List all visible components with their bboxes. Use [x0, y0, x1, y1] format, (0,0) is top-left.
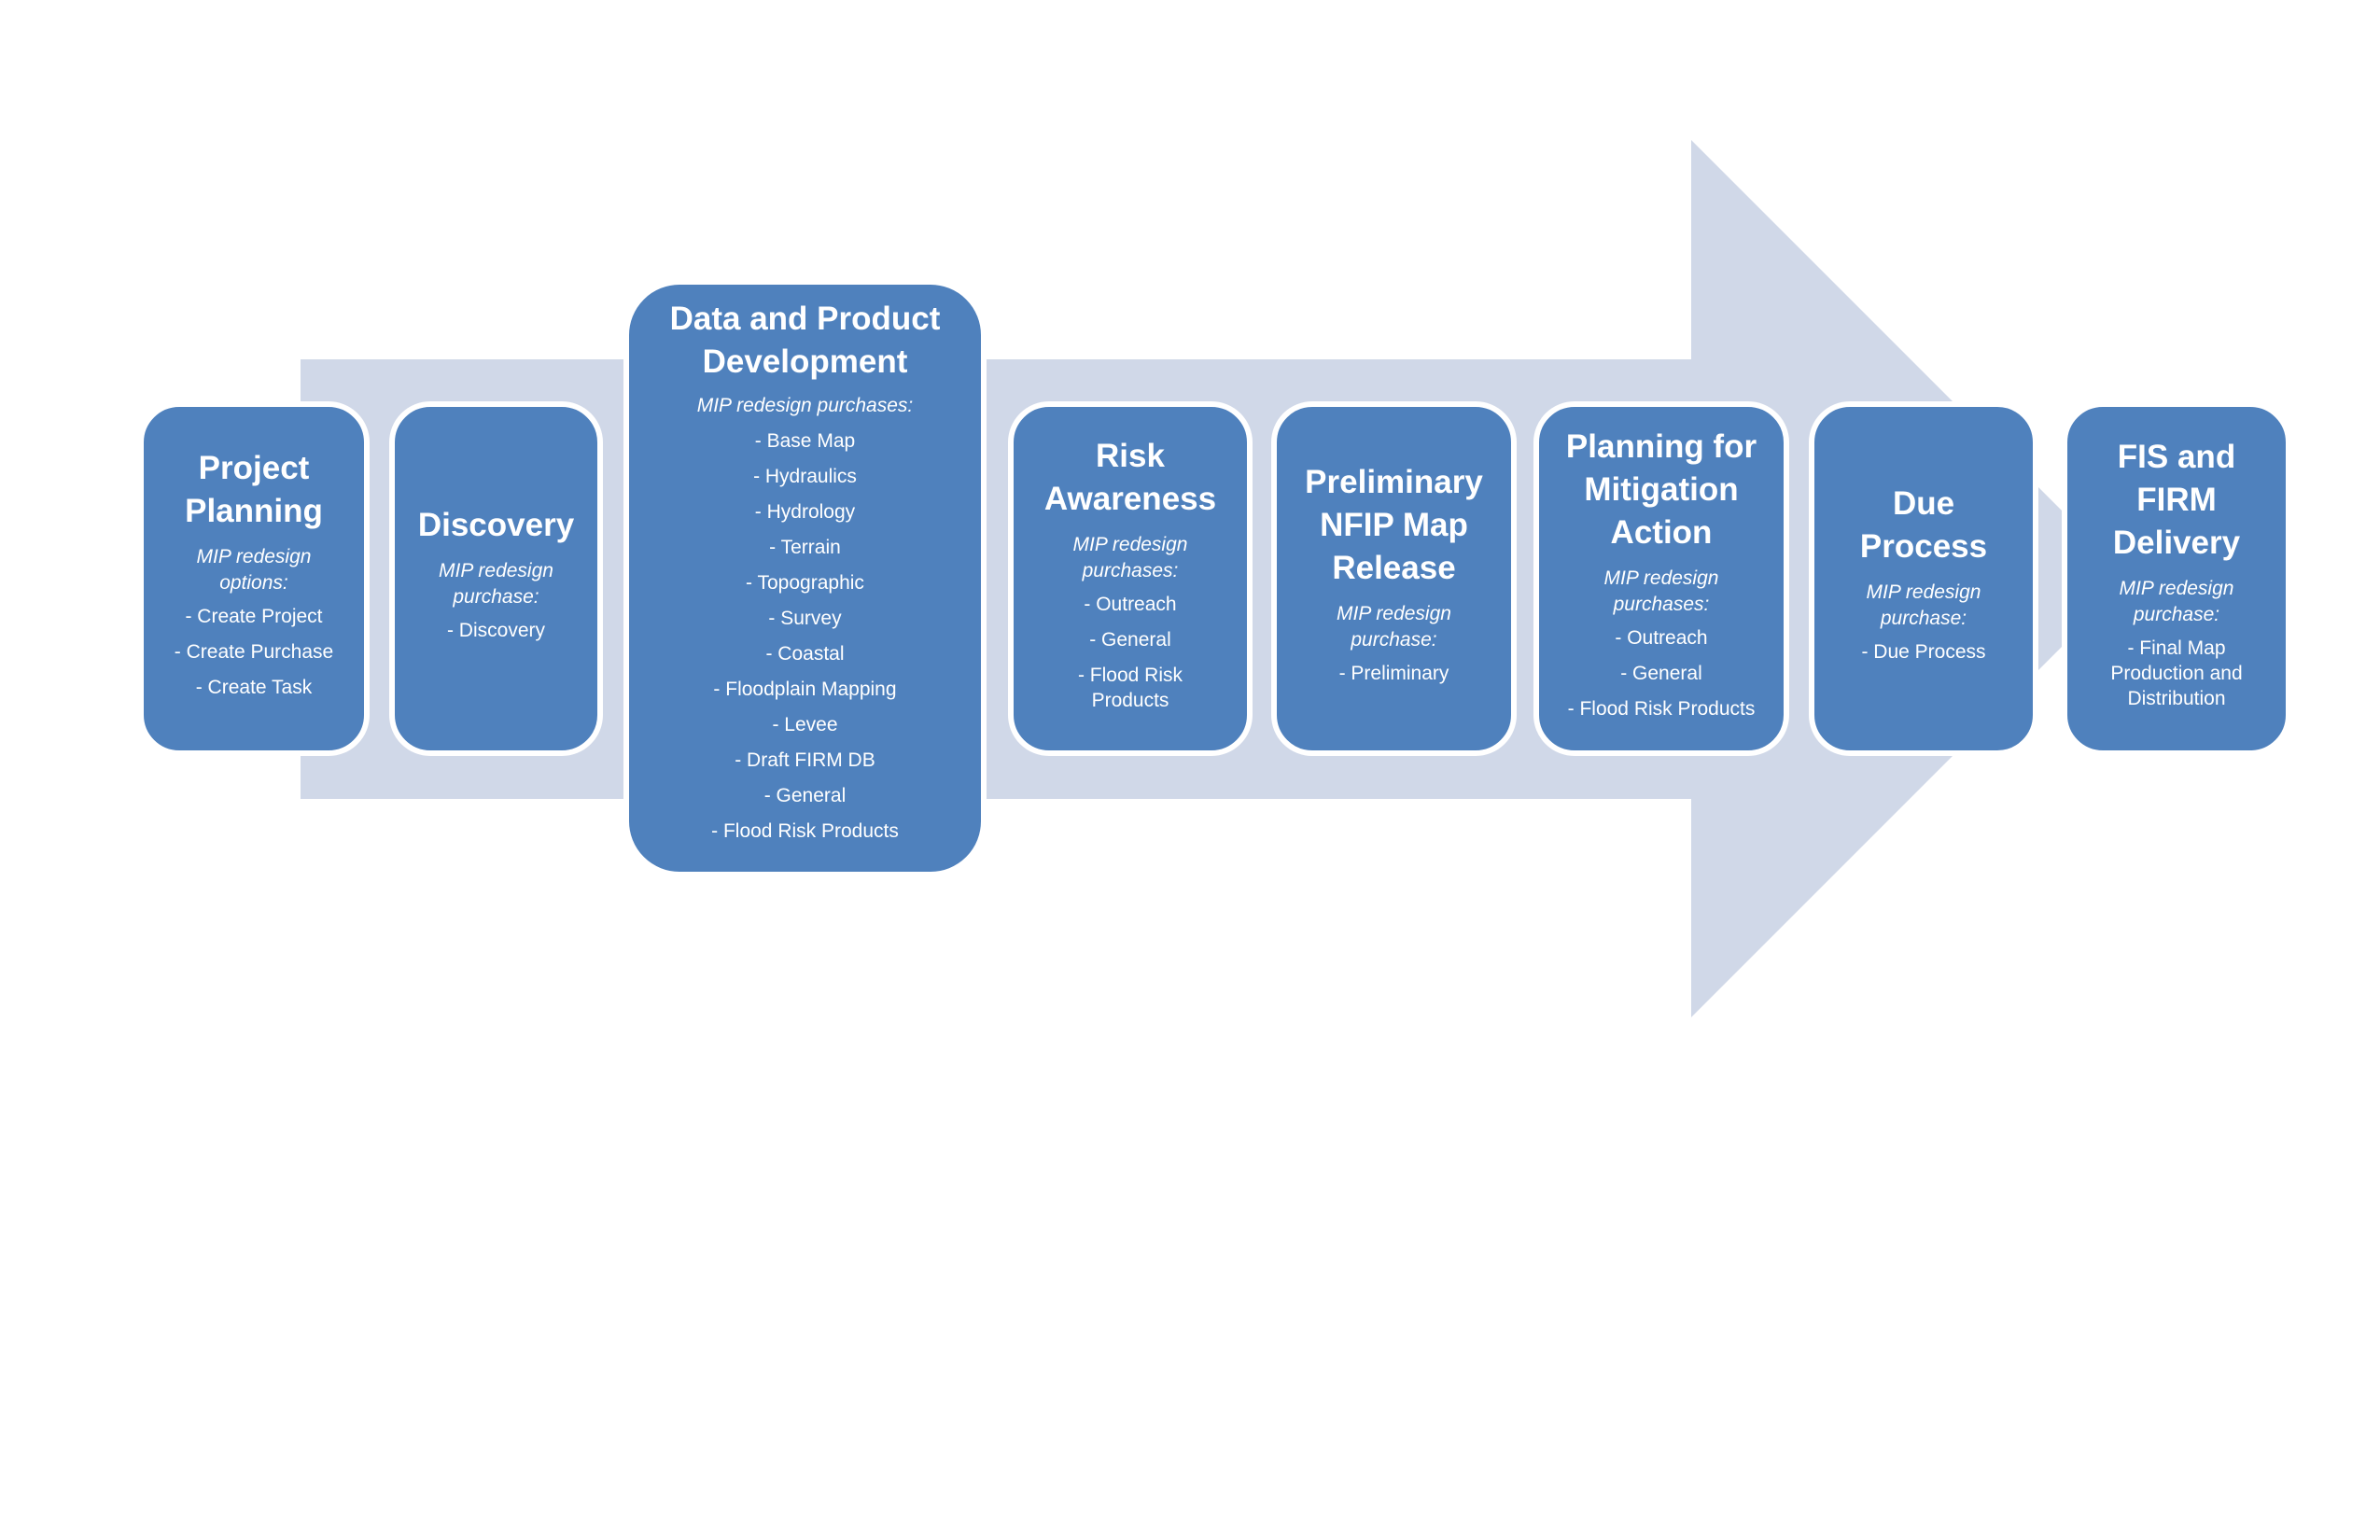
list-item: - Topographic	[746, 572, 864, 594]
stage-subtitle: MIP redesign options:	[196, 546, 312, 594]
list-item: - Hydraulics	[753, 466, 857, 487]
stage-title: Discovery	[417, 507, 575, 543]
list-item: - Outreach	[1615, 627, 1708, 649]
stage-subtitle: MIP redesign purchases:	[1603, 567, 1719, 615]
stage-due-process: Due Process MIP redesign purchase: - Due…	[1809, 401, 2038, 756]
list-item: - Coastal	[765, 643, 845, 665]
stage-subtitle: MIP redesign purchase:	[439, 560, 553, 608]
list-item: - Draft FIRM DB	[735, 749, 875, 771]
list-item: - Final Map Production and Distribution	[2110, 637, 2243, 709]
stage-preliminary-nfip-map-release: Preliminary NFIP Map Release MIP redesig…	[1271, 401, 1517, 756]
stage-subtitle: MIP redesign purchases:	[1072, 533, 1188, 581]
stage-item-list: - Final Map Production and Distribution	[2110, 636, 2242, 721]
stage-item-list: - Create Project - Create Purchase - Cre…	[175, 604, 333, 710]
list-item: - General	[763, 785, 847, 806]
list-item: - Hydrology	[754, 501, 856, 523]
stage-item-list: - Due Process	[1861, 639, 1985, 675]
list-item: - Flood Risk Products	[1077, 664, 1183, 711]
stage-item-list: - Discovery	[447, 618, 545, 653]
list-item: - Create Purchase	[174, 641, 334, 663]
stage-item-list: - Base Map - Hydraulics - Hydrology - Te…	[711, 428, 899, 854]
stage-title: Data and Product Development	[669, 301, 941, 380]
stage-item-list: - Outreach - General - Flood Risk Produc…	[1568, 625, 1756, 732]
stage-discovery: Discovery MIP redesign purchase: - Disco…	[389, 401, 603, 756]
process-arrow	[301, 140, 2130, 1017]
stage-title: FIS and FIRM Delivery	[2112, 439, 2241, 561]
stage-subtitle: MIP redesign purchase:	[1337, 603, 1451, 651]
list-item: - Preliminary	[1338, 663, 1449, 684]
list-item: - Create Task	[195, 677, 313, 698]
list-item: - Levee	[772, 714, 838, 735]
list-item: - Survey	[768, 608, 842, 629]
list-item: - Floodplain Mapping	[713, 679, 897, 700]
stage-subtitle: MIP redesign purchase:	[2119, 578, 2234, 625]
list-item: - Terrain	[769, 537, 841, 558]
list-item: - Create Project	[185, 606, 323, 627]
stage-title: Risk Awareness	[1043, 437, 1217, 517]
list-item: - Due Process	[1861, 641, 1986, 663]
stage-project-planning: Project Planning MIP redesign options: -…	[138, 401, 370, 756]
stage-title: Project Planning	[185, 450, 323, 529]
list-item: - Outreach	[1084, 593, 1177, 615]
list-item: - General	[1620, 663, 1702, 684]
list-item: - Flood Risk Products	[1567, 698, 1756, 720]
stage-planning-for-mitigation-action: Planning for Mitigation Action MIP redes…	[1533, 401, 1789, 756]
stage-title: Preliminary NFIP Map Release	[1305, 464, 1483, 586]
stage-subtitle: MIP redesign purchase:	[1866, 581, 1981, 629]
list-item: - Discovery	[446, 620, 545, 641]
stage-title: Due Process	[1859, 485, 1988, 565]
list-item: - Flood Risk Products	[711, 820, 899, 842]
stage-item-list: - Preliminary	[1339, 661, 1449, 696]
stage-data-and-product-development: Data and Product Development MIP redesig…	[623, 279, 987, 877]
list-item: - Base Map	[754, 430, 856, 452]
stage-title: Planning for Mitigation Action	[1565, 428, 1757, 551]
stage-item-list: - Outreach - General - Flood Risk Produc…	[1078, 592, 1183, 723]
list-item: - General	[1089, 628, 1171, 651]
stage-fis-and-firm-delivery: FIS and FIRM Delivery MIP redesign purch…	[2062, 401, 2291, 756]
stage-subtitle: MIP redesign purchases:	[696, 395, 914, 416]
stage-risk-awareness: Risk Awareness MIP redesign purchases: -…	[1008, 401, 1253, 756]
